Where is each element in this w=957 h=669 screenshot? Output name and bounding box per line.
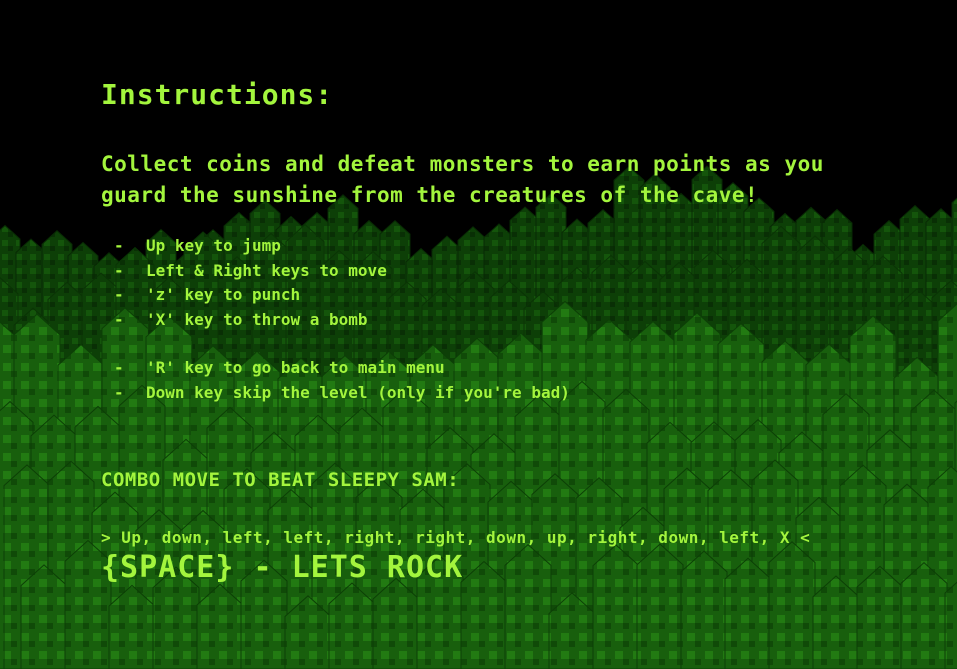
instructions-screen: Instructions: Collect coins and defeat m… — [0, 0, 957, 669]
cave-crystal — [724, 557, 772, 669]
cave-crystal — [504, 543, 552, 669]
control-text: 'X' key to throw a bomb — [146, 310, 368, 329]
control-text: 'R' key to go back to main menu — [146, 358, 445, 377]
control-item-move: - Left & Right keys to move — [114, 261, 387, 280]
cave-crystal — [856, 565, 904, 669]
control-text: Left & Right keys to move — [146, 261, 387, 280]
intro-text-line-1: Collect coins and defeat monsters to ear… — [101, 152, 824, 176]
control-text: 'z' key to punch — [146, 285, 301, 304]
bullet-dash: - — [114, 310, 124, 329]
control-text: Down key skip the level (only if you're … — [146, 383, 570, 402]
cave-crystal — [592, 544, 640, 669]
control-item-jump: - Up key to jump — [114, 236, 281, 255]
control-item-bomb: - 'X' key to throw a bomb — [114, 310, 368, 329]
combo-sequence: > Up, down, left, left, right, right, do… — [101, 528, 811, 547]
cave-crystal — [680, 550, 728, 669]
cave-crystal — [460, 560, 508, 669]
cave-crystal — [20, 564, 68, 669]
bullet-dash: - — [114, 285, 124, 304]
bullet-dash: - — [114, 383, 124, 402]
control-item-main-menu: - 'R' key to go back to main menu — [114, 358, 445, 377]
control-item-punch: - 'z' key to punch — [114, 285, 300, 304]
bullet-dash: - — [114, 236, 124, 255]
cave-crystal — [768, 541, 816, 669]
cave-crystal — [900, 561, 948, 669]
cave-crystal — [636, 543, 684, 669]
bullet-dash: - — [114, 261, 124, 280]
control-item-skip-level: - Down key skip the level (only if you're… — [114, 383, 570, 402]
control-text: Up key to jump — [146, 236, 281, 255]
bullet-dash: - — [114, 358, 124, 377]
cave-crystal — [812, 575, 860, 669]
start-prompt[interactable]: {SPACE} - LETS ROCK — [101, 550, 463, 585]
instructions-title: Instructions: — [101, 78, 334, 111]
intro-text-line-2: guard the sunshine from the creatures of… — [101, 183, 759, 207]
combo-heading: COMBO MOVE TO BEAT SLEEPY SAM: — [101, 469, 460, 491]
